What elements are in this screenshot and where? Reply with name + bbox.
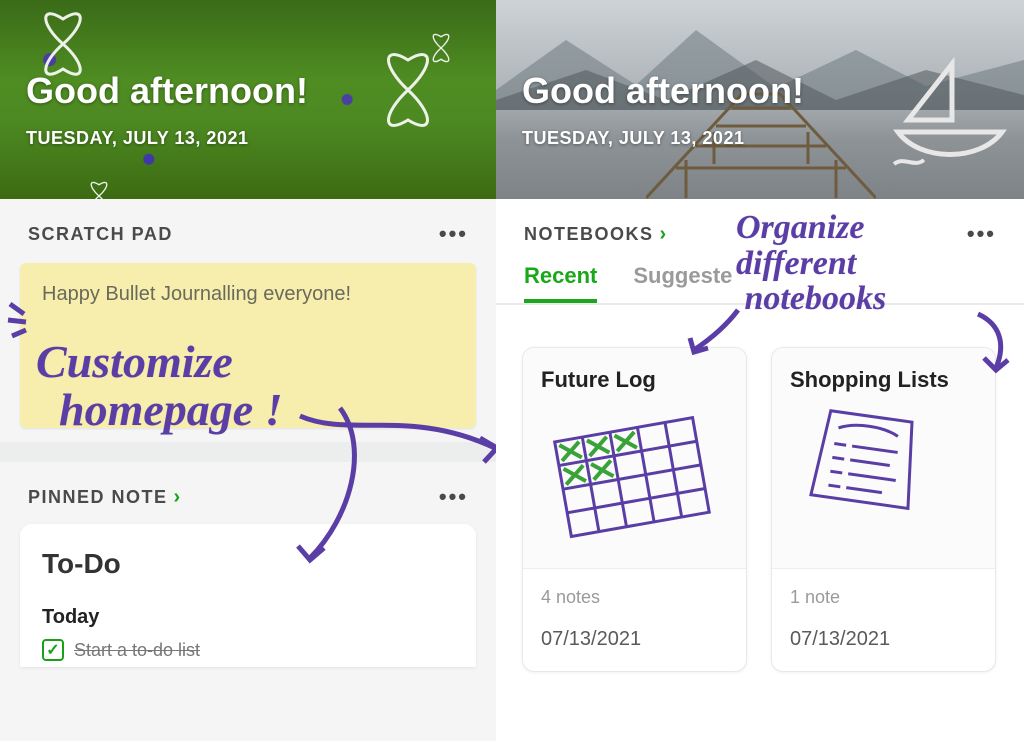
greeting-title: Good afternoon! (26, 70, 308, 112)
annotation-organize: Organize different notebooks (736, 210, 886, 317)
annotation-accent-icon (6, 300, 36, 340)
greeting-title: Good afternoon! (522, 70, 804, 112)
notebook-title: Shopping Lists (790, 366, 977, 394)
sailboat-doodle-icon (890, 56, 1010, 176)
flower-doodle-icon (80, 178, 119, 199)
notebook-count: 4 notes (541, 587, 728, 608)
checkbox-checked-icon[interactable]: ✓ (42, 639, 64, 661)
chevron-right-icon: › (174, 486, 182, 508)
notebook-title: Future Log (541, 366, 728, 394)
homepage-left: Good afternoon! TUESDAY, JULY 13, 2021 S… (0, 0, 496, 741)
list-doodle-icon (790, 402, 940, 522)
greeting-date: TUESDAY, JULY 13, 2021 (26, 128, 248, 149)
notebook-card-future-log[interactable]: Future Log (522, 347, 747, 672)
chevron-right-icon: › (660, 223, 668, 245)
note-section: Today (42, 606, 454, 629)
calendar-doodle-icon (541, 402, 711, 542)
flower-doodle-icon (360, 44, 456, 136)
homepage-right: Good afternoon! TUESDAY, JULY 13, 2021 N… (496, 0, 1024, 741)
annotation-arrow-icon (966, 310, 1016, 374)
greeting-date: TUESDAY, JULY 13, 2021 (522, 128, 744, 149)
tab-recent[interactable]: Recent (524, 263, 597, 303)
scratch-pad-more-button[interactable]: ••• (439, 221, 468, 247)
notebook-date: 07/13/2021 (541, 628, 728, 651)
annotation-arrow-icon (290, 398, 496, 578)
notebook-cards: Future Log (496, 305, 1024, 672)
notebooks-title[interactable]: NOTEBOOKS› (524, 223, 668, 246)
annotation-customize: Customize homepage ! (36, 338, 283, 435)
tab-suggested[interactable]: Suggeste (633, 263, 732, 303)
pinned-note-title[interactable]: PINNED NOTE› (28, 486, 182, 509)
scratch-pad-text: Happy Bullet Journalling everyone! (42, 283, 351, 305)
notebook-date: 07/13/2021 (790, 628, 977, 651)
todo-item[interactable]: ✓ Start a to-do list (42, 639, 454, 661)
hero-banner: Good afternoon! TUESDAY, JULY 13, 2021 (496, 0, 1024, 199)
notebooks-more-button[interactable]: ••• (967, 221, 996, 247)
annotation-arrow-icon (686, 304, 746, 360)
scratch-pad-title: SCRATCH PAD (28, 224, 173, 245)
notebook-count: 1 note (790, 587, 977, 608)
scratch-pad-header: SCRATCH PAD ••• (0, 199, 496, 253)
todo-text: Start a to-do list (74, 640, 200, 661)
notebook-card-shopping-lists[interactable]: Shopping Lists 1 note 07/13/2021 (771, 347, 996, 672)
hero-banner: Good afternoon! TUESDAY, JULY 13, 2021 (0, 0, 496, 199)
